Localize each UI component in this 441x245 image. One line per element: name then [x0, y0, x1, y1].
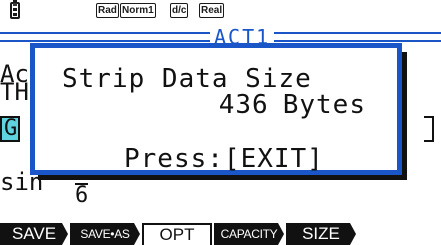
- highlight-box-edge: [424, 116, 434, 142]
- capacity-button[interactable]: CAPACITY: [214, 223, 284, 245]
- dialog-body: Strip Data Size 436 Bytes Press:[EXIT]: [35, 48, 397, 172]
- save-as-button[interactable]: SAVE•AS: [70, 223, 140, 245]
- complex-mode-indicator: Real: [199, 3, 225, 18]
- dialog-exit-prompt[interactable]: Press:[EXIT]: [124, 146, 324, 172]
- program-line-2: TH: [0, 78, 29, 106]
- function-key-bar: SAVE SAVE•AS OPT CAPACITY SIZE: [0, 223, 441, 245]
- save-button[interactable]: SAVE: [0, 223, 68, 245]
- fraction-mode-indicator: d/c: [170, 3, 189, 18]
- popup-shadow: [402, 52, 407, 180]
- size-button[interactable]: SIZE: [286, 223, 356, 245]
- program-line-3-highlighted[interactable]: G: [0, 116, 20, 142]
- dialog-title: Strip Data Size: [62, 64, 312, 94]
- angle-mode-indicator: Rad: [96, 3, 119, 18]
- opt-button[interactable]: OPT: [142, 223, 212, 245]
- fraction-denominator: 6: [75, 183, 89, 208]
- status-bar: Rad Norm1 d/c Real: [0, 0, 441, 24]
- popup-shadow: [38, 175, 407, 180]
- strip-data-size-dialog: Strip Data Size 436 Bytes Press:[EXIT]: [30, 43, 402, 175]
- battery-icon: [10, 0, 20, 19]
- size-unit: Bytes: [282, 90, 366, 120]
- display-mode-indicator: Norm1: [120, 3, 156, 18]
- size-value: 436: [218, 90, 269, 120]
- dialog-size-readout: 436 Bytes: [219, 92, 366, 118]
